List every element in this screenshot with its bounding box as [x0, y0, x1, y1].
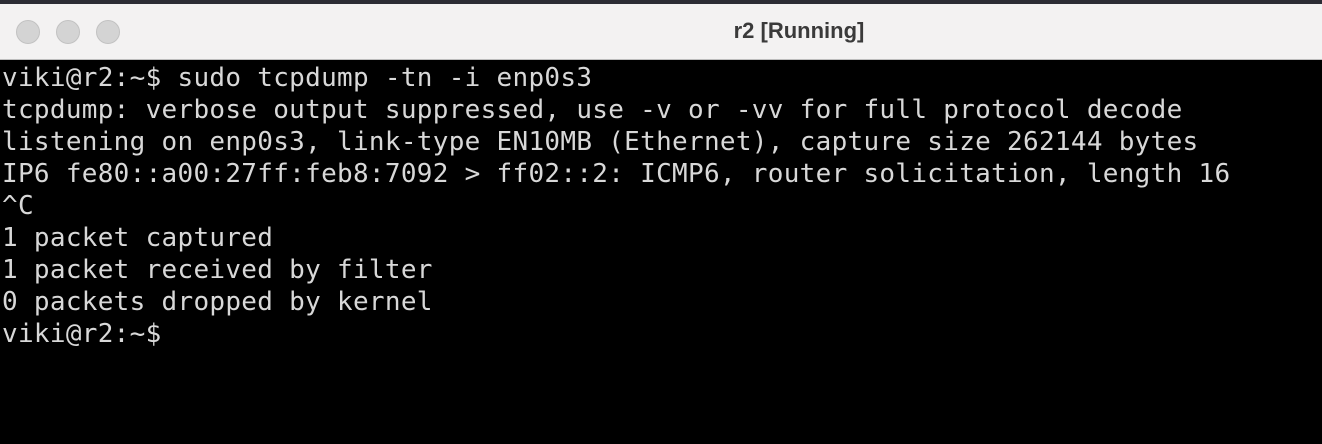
- terminal-line-interrupt: ^C: [2, 191, 34, 221]
- minimize-window-button[interactable]: [56, 20, 80, 44]
- vm-window: r2 [Running] viki@r2:~$ sudo tcpdump -tn…: [0, 0, 1322, 444]
- window-title: r2 [Running]: [733, 18, 865, 43]
- terminal-line-output: 0 packets dropped by kernel: [2, 287, 433, 317]
- terminal-prompt[interactable]: viki@r2:~$: [2, 318, 1322, 350]
- terminal-line-output: IP6 fe80::a00:27ff:feb8:7092 > ff02::2: …: [2, 159, 1231, 189]
- terminal-line-output: 1 packet received by filter: [2, 255, 433, 285]
- terminal-line-output: 1 packet captured: [2, 223, 274, 253]
- title-bar[interactable]: r2 [Running]: [0, 0, 1322, 60]
- title-bar-top-edge: [0, 0, 1322, 4]
- terminal-line-output: tcpdump: verbose output suppressed, use …: [2, 95, 1183, 125]
- zoom-window-button[interactable]: [96, 20, 120, 44]
- terminal-console[interactable]: viki@r2:~$ sudo tcpdump -tn -i enp0s3 tc…: [0, 60, 1322, 444]
- close-window-button[interactable]: [16, 20, 40, 44]
- terminal-line-command: viki@r2:~$ sudo tcpdump -tn -i enp0s3: [2, 63, 593, 93]
- terminal-line-output: listening on enp0s3, link-type EN10MB (E…: [2, 127, 1199, 157]
